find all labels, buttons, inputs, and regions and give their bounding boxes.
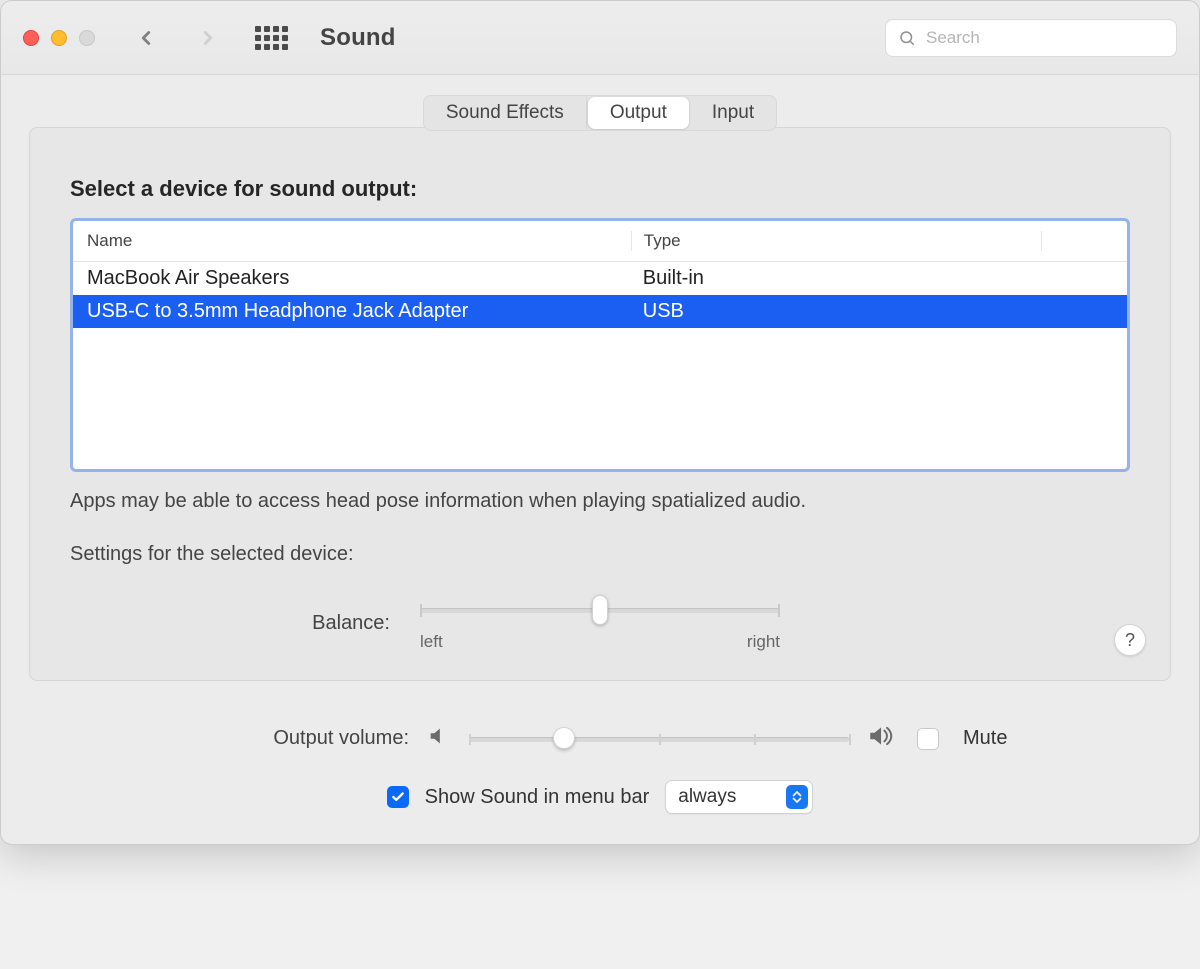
device-name: MacBook Air Speakers: [87, 267, 631, 290]
help-button[interactable]: ?: [1114, 624, 1146, 656]
column-type[interactable]: Type: [631, 231, 1041, 251]
menubar-mode-popup[interactable]: always: [665, 780, 813, 814]
toolbar: Sound: [1, 1, 1199, 75]
device-type: Built-in: [631, 267, 1041, 290]
tab-sound-effects[interactable]: Sound Effects: [424, 96, 587, 130]
output-volume-label: Output volume:: [29, 727, 409, 750]
device-table[interactable]: Name Type MacBook Air Speakers Built-in …: [70, 218, 1130, 472]
balance-slider[interactable]: [420, 594, 780, 626]
close-button[interactable]: [23, 30, 39, 46]
menubar-mode-value: always: [678, 786, 736, 808]
balance-thumb[interactable]: [592, 595, 608, 625]
show-in-menubar-checkbox[interactable]: [387, 786, 409, 808]
volume-high-icon: [867, 723, 899, 754]
spatial-audio-note: Apps may be able to access head pose inf…: [70, 490, 1130, 513]
column-name[interactable]: Name: [87, 231, 631, 251]
window-controls: [23, 30, 95, 46]
tab-output[interactable]: Output: [588, 97, 689, 129]
volume-thumb[interactable]: [553, 727, 575, 749]
mute-label: Mute: [963, 727, 1171, 750]
search-input[interactable]: [924, 27, 1164, 49]
balance-left-label: left: [420, 632, 443, 652]
balance-right-label: right: [747, 632, 780, 652]
window-title: Sound: [320, 24, 396, 52]
zoom-button[interactable]: [79, 30, 95, 46]
balance-label: Balance:: [70, 612, 390, 635]
device-table-header: Name Type: [73, 221, 1127, 262]
forward-button[interactable]: [197, 27, 219, 49]
device-row[interactable]: USB-C to 3.5mm Headphone Jack Adapter US…: [73, 295, 1127, 328]
question-icon: ?: [1125, 630, 1135, 651]
minimize-button[interactable]: [51, 30, 67, 46]
select-device-heading: Select a device for sound output:: [70, 176, 1130, 202]
sound-preferences-window: Sound Sound Effects Output Input Select …: [0, 0, 1200, 845]
chevron-up-down-icon: [786, 785, 808, 809]
mute-checkbox[interactable]: [917, 728, 939, 750]
nav-arrows: [135, 27, 219, 49]
device-type: USB: [631, 300, 1041, 323]
search-icon: [898, 29, 916, 47]
tab-input[interactable]: Input: [690, 96, 776, 130]
device-settings-heading: Settings for the selected device:: [70, 543, 1130, 566]
device-row[interactable]: MacBook Air Speakers Built-in: [73, 262, 1127, 295]
tab-bar: Sound Effects Output Input: [423, 95, 777, 131]
back-button[interactable]: [135, 27, 157, 49]
volume-low-icon: [427, 725, 451, 752]
show-all-button[interactable]: [255, 26, 288, 50]
device-name: USB-C to 3.5mm Headphone Jack Adapter: [87, 300, 631, 323]
output-panel: Select a device for sound output: Name T…: [29, 127, 1171, 681]
search-field[interactable]: [885, 19, 1177, 57]
show-in-menubar-label: Show Sound in menu bar: [425, 786, 650, 809]
output-volume-slider[interactable]: [469, 728, 849, 750]
